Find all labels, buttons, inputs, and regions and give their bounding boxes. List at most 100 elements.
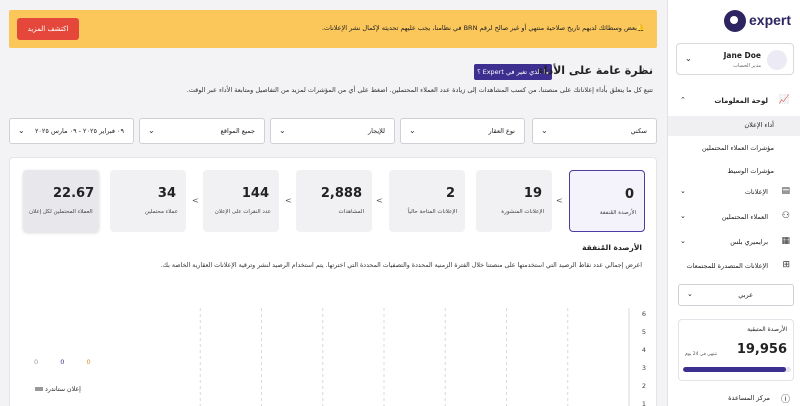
warning-banner: 🔔بعض وسطائك لديهم تاريخ صلاحية منتهي أو …	[9, 10, 657, 48]
nav-label: لوحة المعلومات	[714, 97, 768, 105]
nav-label: الإعلانات	[744, 188, 768, 196]
y-tick-label: 4	[641, 346, 646, 354]
chevron-down-icon: ⌄	[680, 237, 686, 245]
nav-listings[interactable]: ▤ الإعلانات ⌄	[668, 183, 800, 203]
nav-label: العملاء المحتملين	[721, 213, 768, 221]
filter-label: سكني	[630, 127, 647, 135]
grid-icon: ⊞	[782, 260, 790, 270]
nav-community-top-listings[interactable]: ⊞ الإعلانات المتصدرة للمجتمعات	[668, 257, 800, 277]
kpi-leads[interactable]: 34 عملاء محتملين	[110, 170, 186, 232]
y-tick-label: 2	[641, 382, 646, 390]
legend-item[interactable]: إعلان ستاندرد	[32, 386, 81, 393]
kpi-value: 2	[445, 186, 455, 201]
language-value: عربي	[738, 291, 753, 299]
legend-swatch	[35, 387, 43, 391]
help-label: مركز المساعدة	[728, 394, 770, 402]
kpi-value: 22.67	[53, 186, 95, 201]
chevron-down-icon: ⌄	[685, 54, 692, 63]
chart-icon: 📈	[778, 95, 790, 105]
chevron-down-icon: ⌄	[148, 126, 155, 135]
credits-progress-fill	[683, 367, 786, 372]
property-type-filter[interactable]: نوع العقار ⌄	[400, 118, 525, 144]
kpi-published-listings[interactable]: 19 الإعلانات المنشورة	[476, 170, 552, 232]
chevron-down-icon: ⌄	[680, 187, 686, 195]
credits-card: الأرصدة المتبقية 19,956 تنتهي في 24 يوم	[678, 319, 794, 381]
legend-count: 0	[34, 358, 39, 366]
chevron-left-icon: <	[556, 196, 563, 205]
nav-label: مؤشرات العملاء المحتملين	[701, 144, 774, 152]
date-range-filter[interactable]: ٠٩ فبراير ٢٠٢٥ - ٠٩ مارس ٢٠٢٥ ⌄	[9, 118, 134, 144]
credits-value: 19,956	[736, 342, 787, 357]
leads-icon: ⚇	[781, 211, 790, 221]
y-tick-label: 5	[641, 328, 646, 336]
kpi-value: 2,888	[320, 186, 362, 201]
chevron-down-icon: ⌄	[541, 126, 548, 135]
nav-dashboard[interactable]: 📈 لوحة المعلومات ⌃	[668, 92, 800, 112]
banner-message: 🔔بعض وسطائك لديهم تاريخ صلاحية منتهي أو …	[321, 24, 645, 32]
legend-counts: 0 0 0	[34, 358, 111, 366]
filter-label: للإيجار	[368, 127, 385, 135]
nav-lead-metrics[interactable]: مؤشرات العملاء المحتملين	[668, 139, 800, 159]
kpi-label: عملاء محتملين	[144, 209, 178, 215]
y-tick-label: 3	[641, 364, 646, 372]
chevron-left-icon: <	[285, 196, 292, 205]
kpi-live-listings[interactable]: 2 الإعلانات المتاحة حالياً	[389, 170, 465, 232]
kpi-value: 144	[241, 186, 269, 201]
y-tick-label: 6	[641, 310, 646, 318]
kpi-listing-clicks[interactable]: 144 عدد النقرات على الإعلان	[203, 170, 279, 232]
discover-more-button[interactable]: اكتشف المزيد	[17, 18, 79, 40]
kpi-label: الإعلانات المتاحة حالياً	[407, 209, 457, 215]
kpi-leads-per-listing[interactable]: 22.67 العملاء المحتملين لكل إعلان	[23, 170, 99, 232]
chevron-down-icon: ⌄	[409, 126, 416, 135]
sidebar: expert Jane Doe مدير الحساب ⌄ 📈 لوحة الم…	[668, 0, 800, 406]
kpi-label: العملاء المحتملين لكل إعلان	[29, 209, 93, 215]
nav-label: الإعلانات المتصدرة للمجتمعات	[686, 262, 768, 270]
building-icon: ▦	[781, 236, 790, 246]
user-role: مدير الحساب	[733, 63, 761, 69]
chevron-left-icon: <	[376, 196, 383, 205]
brand-logo[interactable]: expert	[724, 10, 794, 32]
user-name: Jane Doe	[723, 51, 761, 60]
kpi-value: 19	[523, 186, 542, 201]
property-category-filter[interactable]: سكني ⌄	[532, 118, 657, 144]
kpi-views[interactable]: 2,888 المشاهدات	[296, 170, 372, 232]
credits-label: الأرصدة المتبقية	[747, 326, 787, 333]
main-content: 🔔بعض وسطائك لديهم تاريخ صلاحية منتهي أو …	[0, 0, 668, 406]
nav-primary-plus[interactable]: ▦ برايميري بلس ⌄	[668, 233, 800, 253]
nav-leads[interactable]: ⚇ العملاء المحتملين ⌄	[668, 208, 800, 228]
nav-listing-performance[interactable]: أداء الإعلان	[668, 116, 800, 136]
user-menu[interactable]: Jane Doe مدير الحساب ⌄	[676, 43, 794, 75]
chevron-down-icon: ⌄	[687, 290, 693, 298]
section-title: الأرصدة المُنفقة	[582, 243, 642, 252]
filter-label: ٠٩ فبراير ٢٠٢٥ - ٠٩ مارس ٢٠٢٥	[34, 127, 124, 135]
credits-chart	[199, 308, 630, 406]
nav-label: أداء الإعلان	[744, 121, 774, 129]
listings-icon: ▤	[781, 186, 790, 196]
kpi-credits-spent[interactable]: 0 الأرصدة المُنفقة	[569, 170, 645, 232]
purpose-filter[interactable]: للإيجار ⌄	[270, 118, 395, 144]
credits-progress-bar	[683, 367, 791, 372]
y-tick-label: 1	[641, 400, 646, 406]
legend-label: إعلان ستاندرد	[45, 386, 81, 393]
nav-label: مؤشرات الوسيط	[727, 167, 774, 175]
location-filter[interactable]: جميع المواقع ⌄	[139, 118, 265, 144]
kpi-value: 0	[624, 187, 634, 202]
chevron-down-icon: ⌄	[680, 212, 686, 220]
language-select[interactable]: عربي ⌄	[678, 284, 794, 306]
chevron-left-icon: <	[192, 196, 199, 205]
help-icon: ⓘ	[780, 395, 790, 405]
chevron-down-icon: ⌄	[18, 126, 25, 135]
chevron-up-icon: ⌃	[680, 96, 686, 104]
nav-label: برايميري بلس	[730, 238, 768, 246]
kpi-label: الأرصدة المُنفقة	[599, 210, 636, 216]
legend-count: 0	[86, 358, 91, 366]
kpi-label: المشاهدات	[338, 209, 364, 215]
credits-expiry: تنتهي في 24 يوم	[685, 352, 718, 357]
help-center-link[interactable]: ⓘ مركز المساعدة	[668, 392, 800, 406]
kpi-value: 34	[157, 186, 176, 201]
performance-card: 0 الأرصدة المُنفقة < 19 الإعلانات المنشو…	[9, 157, 657, 406]
filter-label: جميع المواقع	[220, 127, 255, 135]
kpi-label: الإعلانات المنشورة	[501, 209, 544, 215]
nav-broker-metrics[interactable]: مؤشرات الوسيط	[668, 162, 800, 182]
avatar	[767, 50, 787, 70]
